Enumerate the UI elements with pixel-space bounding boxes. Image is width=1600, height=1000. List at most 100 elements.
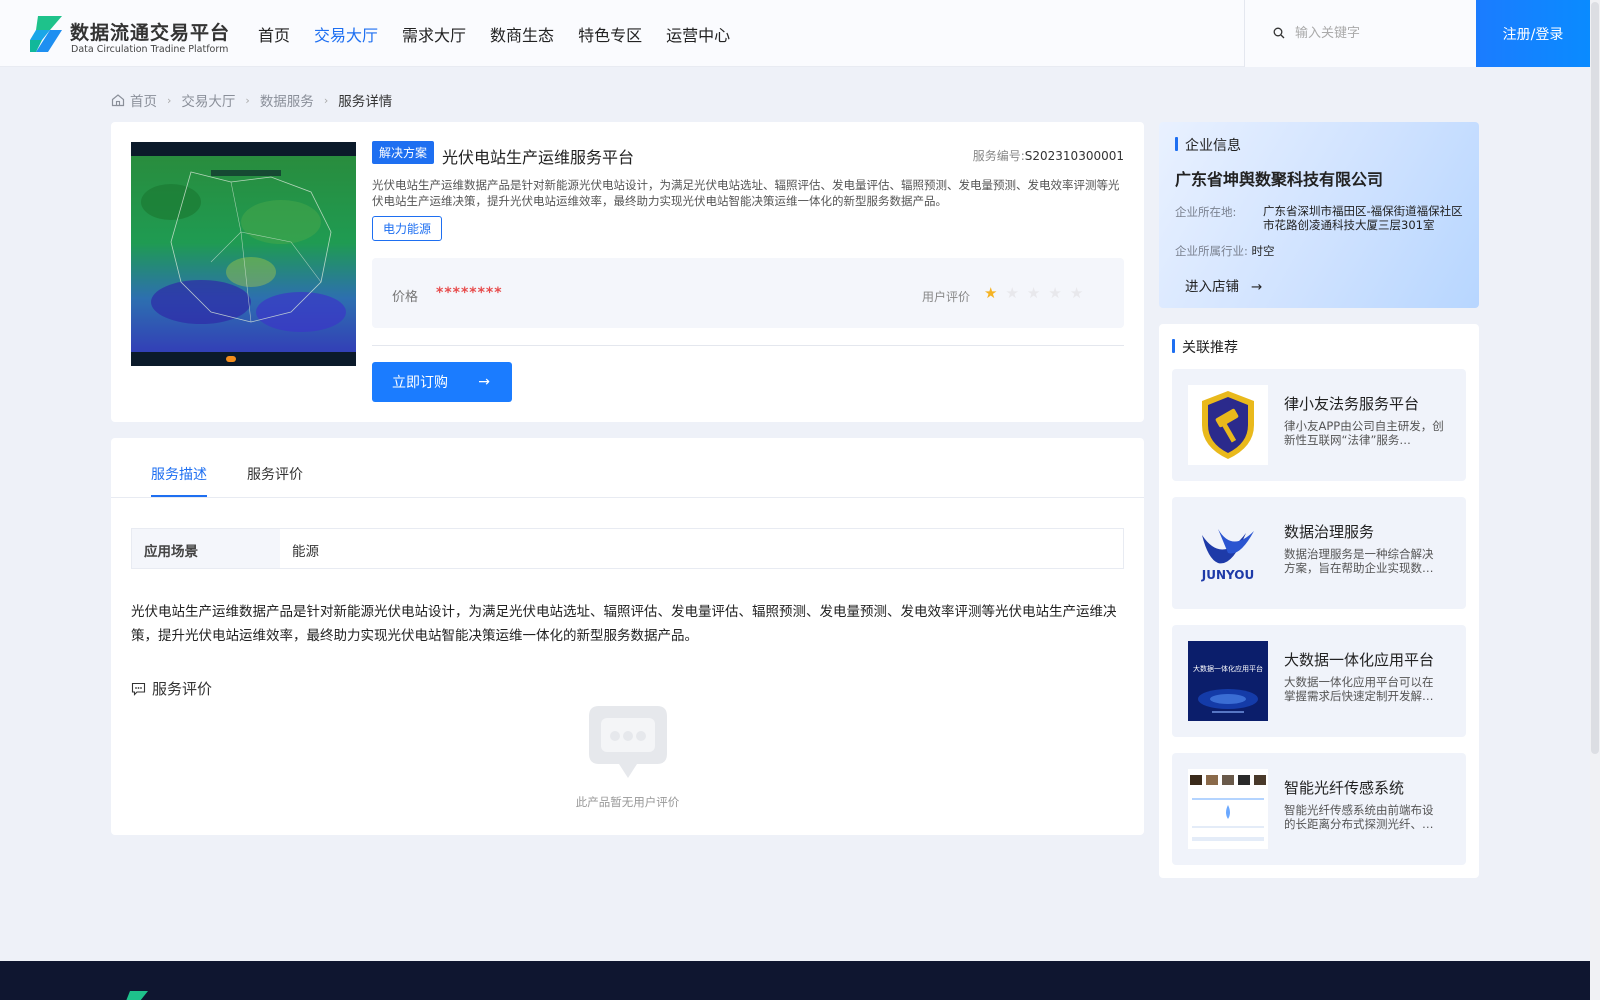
company-section-title: 企业信息 <box>1175 135 1241 155</box>
product-map-image <box>131 142 356 366</box>
nav-home[interactable]: 首页 <box>258 22 290 46</box>
product-card: 解决方案 光伏电站生产运维服务平台 服务编号:S202310300001 光伏电… <box>111 122 1144 422</box>
recommend-thumb <box>1188 769 1268 849</box>
fiber-sensing-image <box>1188 769 1268 849</box>
chevron-right-icon: › <box>167 93 172 107</box>
recommend-title: 数据治理服务 <box>1284 523 1375 541</box>
nav-trading-hall[interactable]: 交易大厅 <box>314 22 378 46</box>
arrow-right-icon: → <box>478 374 490 390</box>
recommendations-card: 关联推荐 律小友法务服务平台 律小友APP由公司自主研发，创新性互联网“法律”服… <box>1159 324 1479 878</box>
logo-title: 数据流通交易平台 <box>70 22 231 44</box>
recommend-item[interactable]: 律小友法务服务平台 律小友APP由公司自主研发，创新性互联网“法律”服务… <box>1172 369 1466 481</box>
chevron-right-icon: › <box>323 93 329 107</box>
empty-comment-icon <box>589 706 667 778</box>
service-detail-card: 服务描述 服务评价 应用场景 能源 光伏电站生产运维数据产品是针对新能源光伏电站… <box>111 438 1144 835</box>
arrow-right-icon: → <box>1251 279 1263 295</box>
recommend-thumb: 大数据一体化应用平台 <box>1188 641 1268 721</box>
product-type-badge: 解决方案 <box>372 141 435 164</box>
product-image <box>131 142 356 366</box>
product-description: 光伏电站生产运维数据产品是针对新能源光伏电站设计，为满足光伏电站选址、辐照评估、… <box>372 178 1120 208</box>
product-industry-tag: 电力能源 <box>372 216 443 241</box>
comment-icon <box>131 682 146 696</box>
chevron-right-icon: › <box>245 93 250 107</box>
company-industry-row: 企业所属行业: 时空 <box>1175 243 1275 259</box>
enter-shop-label: 进入店铺 <box>1185 279 1239 295</box>
company-info-card: 企业信息 广东省坤舆数聚科技有限公司 企业所在地: 广东省深圳市福田区-福保街道… <box>1159 122 1479 308</box>
bigdata-thumb-text: 大数据一体化应用平台 <box>1193 664 1263 673</box>
nav-featured[interactable]: 特色专区 <box>578 22 642 46</box>
no-reviews-text: 此产品暂无用户评价 <box>575 795 680 809</box>
star-icon: ★ <box>984 284 998 302</box>
search-box <box>1244 0 1476 67</box>
application-scene-row: 应用场景 能源 <box>131 528 1124 569</box>
recommend-item[interactable]: JUNYOU 数据治理服务 数据治理服务是一种综合解决方案，旨在帮助企业实现数… <box>1172 497 1466 609</box>
platform-logo[interactable]: 数据流通交易平台 Data Circulation Tradine Platfo… <box>28 14 231 56</box>
recommend-title: 大数据一体化应用平台 <box>1284 651 1435 669</box>
star-icon: ★ <box>1048 284 1062 302</box>
nav-operations[interactable]: 运营中心 <box>666 22 730 46</box>
junyou-logo-text: JUNYOU <box>1201 568 1254 582</box>
logo-subtitle: Data Circulation Tradine Platform <box>71 44 229 55</box>
recommend-desc: 律小友APP由公司自主研发，创新性互联网“法律”服务… <box>1284 419 1444 447</box>
price-panel: 价格 ******** 用户评价 ★ ★ ★ ★ ★ <box>372 258 1124 328</box>
main-nav: 首页 交易大厅 需求大厅 数商生态 特色专区 运营中心 <box>258 22 754 46</box>
page-footer <box>0 961 1590 1000</box>
scene-key: 应用场景 <box>132 529 280 568</box>
rating-stars: ★ ★ ★ ★ ★ <box>984 285 1083 301</box>
company-address-row: 企业所在地: 广东省深圳市福田区-福保街道福保社区市花路创凌通科技大厦三层301… <box>1175 204 1475 234</box>
logo-mark-icon <box>30 16 62 52</box>
recommend-section-title: 关联推荐 <box>1172 337 1238 357</box>
price-label: 价格 <box>392 290 419 305</box>
breadcrumb-home[interactable]: 首页 <box>130 90 157 110</box>
reviews-section-title: 服务评价 <box>131 678 212 699</box>
breadcrumb: 首页 › 交易大厅 › 数据服务 › 服务详情 <box>111 90 392 110</box>
top-header: 数据流通交易平台 Data Circulation Tradine Platfo… <box>0 0 1590 67</box>
order-now-button[interactable]: 立即订购 → <box>372 362 512 402</box>
recommend-thumb: JUNYOU <box>1188 513 1268 593</box>
company-name: 广东省坤舆数聚科技有限公司 <box>1175 170 1384 189</box>
breadcrumb-current: 服务详情 <box>338 94 393 110</box>
recommend-item[interactable]: 大数据一体化应用平台 大数据一体化应用平台 大数据一体化应用平台可以在掌握需求后… <box>1172 625 1466 737</box>
rating-label: 用户评价 <box>922 290 971 304</box>
recommend-thumb <box>1188 385 1268 465</box>
recommend-item[interactable]: 智能光纤传感系统 智能光纤传感系统由前端布设的长距离分布式探测光纤、… <box>1172 753 1466 865</box>
price-value: ******** <box>436 285 503 301</box>
footer-logo-icon <box>126 991 148 1000</box>
service-long-description: 光伏电站生产运维数据产品是针对新能源光伏电站设计，为满足光伏电站选址、辐照评估、… <box>131 604 1117 644</box>
login-register-button[interactable]: 注册/登录 <box>1476 0 1590 67</box>
address-value: 广东省深圳市福田区-福保街道福保社区市花路创凌通科技大厦三层301室 <box>1263 204 1463 232</box>
scene-value: 能源 <box>292 544 319 560</box>
recommend-title: 智能光纤传感系统 <box>1284 779 1405 797</box>
order-now-label: 立即订购 <box>392 375 448 391</box>
star-icon: ★ <box>1005 284 1019 302</box>
recommend-desc: 智能光纤传感系统由前端布设的长距离分布式探测光纤、… <box>1284 803 1434 831</box>
address-label: 企业所在地: <box>1175 205 1237 219</box>
bigdata-platform-image: 大数据一体化应用平台 <box>1188 641 1268 721</box>
tab-service-description[interactable]: 服务描述 <box>151 464 207 484</box>
reviews-title: 服务评价 <box>152 680 213 698</box>
service-code-value: S202310300001 <box>1024 149 1124 163</box>
divider <box>372 345 1124 346</box>
nav-ecosystem[interactable]: 数商生态 <box>490 22 554 46</box>
junyou-logo-icon: JUNYOU <box>1188 513 1268 593</box>
shield-gavel-icon <box>1188 385 1268 465</box>
home-icon <box>111 94 125 107</box>
nav-demand-hall[interactable]: 需求大厅 <box>402 22 466 46</box>
breadcrumb-trading-hall[interactable]: 交易大厅 <box>181 90 235 110</box>
page-scrollbar[interactable] <box>1590 0 1600 1000</box>
scrollbar-thumb[interactable] <box>1591 2 1599 754</box>
search-icon[interactable] <box>1273 27 1285 39</box>
star-icon: ★ <box>1026 284 1041 302</box>
product-title: 光伏电站生产运维服务平台 <box>442 148 635 167</box>
enter-shop-link[interactable]: 进入店铺 → <box>1185 275 1262 295</box>
recommend-desc: 大数据一体化应用平台可以在掌握需求后快速定制开发解… <box>1284 675 1434 703</box>
star-icon: ★ <box>1069 284 1084 302</box>
industry-label: 企业所属行业: <box>1175 244 1248 258</box>
search-input[interactable] <box>1295 22 1465 44</box>
breadcrumb-data-service[interactable]: 数据服务 <box>260 90 314 110</box>
recommend-title: 律小友法务服务平台 <box>1284 395 1420 413</box>
tab-service-reviews[interactable]: 服务评价 <box>247 464 303 484</box>
industry-value: 时空 <box>1251 244 1275 258</box>
active-tab-indicator <box>151 495 207 497</box>
service-code-label: 服务编号: <box>972 149 1025 163</box>
